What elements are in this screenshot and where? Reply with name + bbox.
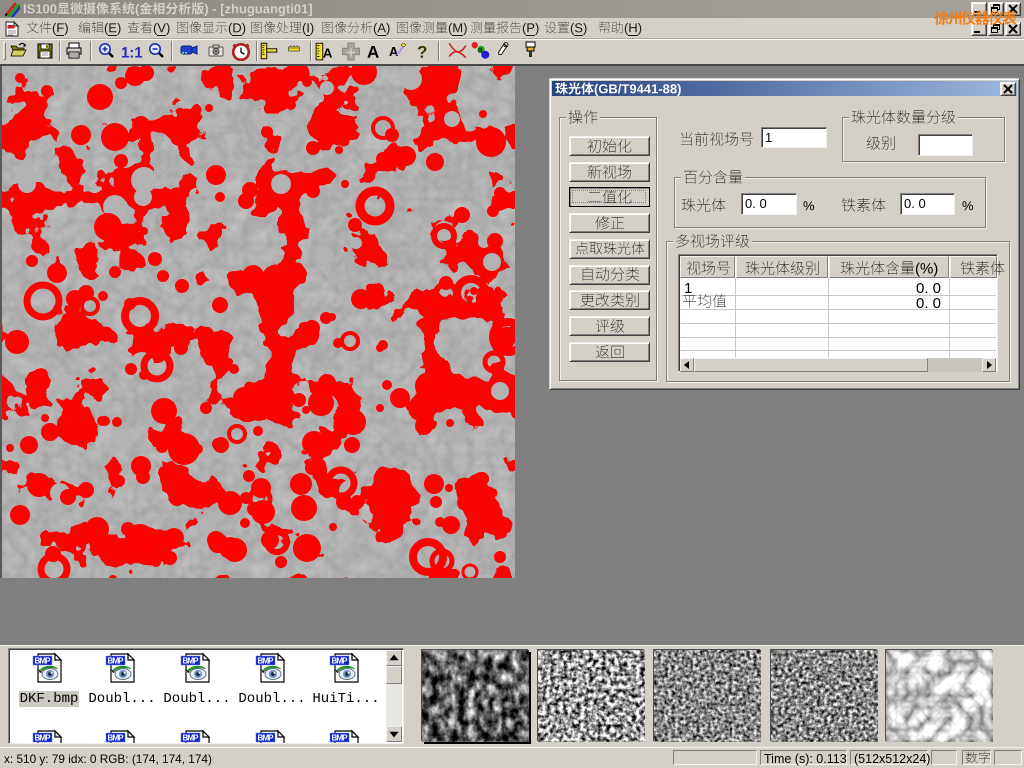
svg-text:a: a xyxy=(478,45,483,55)
svg-text:BMP: BMP xyxy=(332,657,349,666)
svg-text:BMP: BMP xyxy=(183,657,200,666)
svg-text:BMP: BMP xyxy=(108,657,125,666)
svg-text:BMP: BMP xyxy=(35,657,52,666)
svg-text:A: A xyxy=(389,44,399,59)
svg-text:A: A xyxy=(323,46,333,61)
svg-text:BMP: BMP xyxy=(258,657,275,666)
